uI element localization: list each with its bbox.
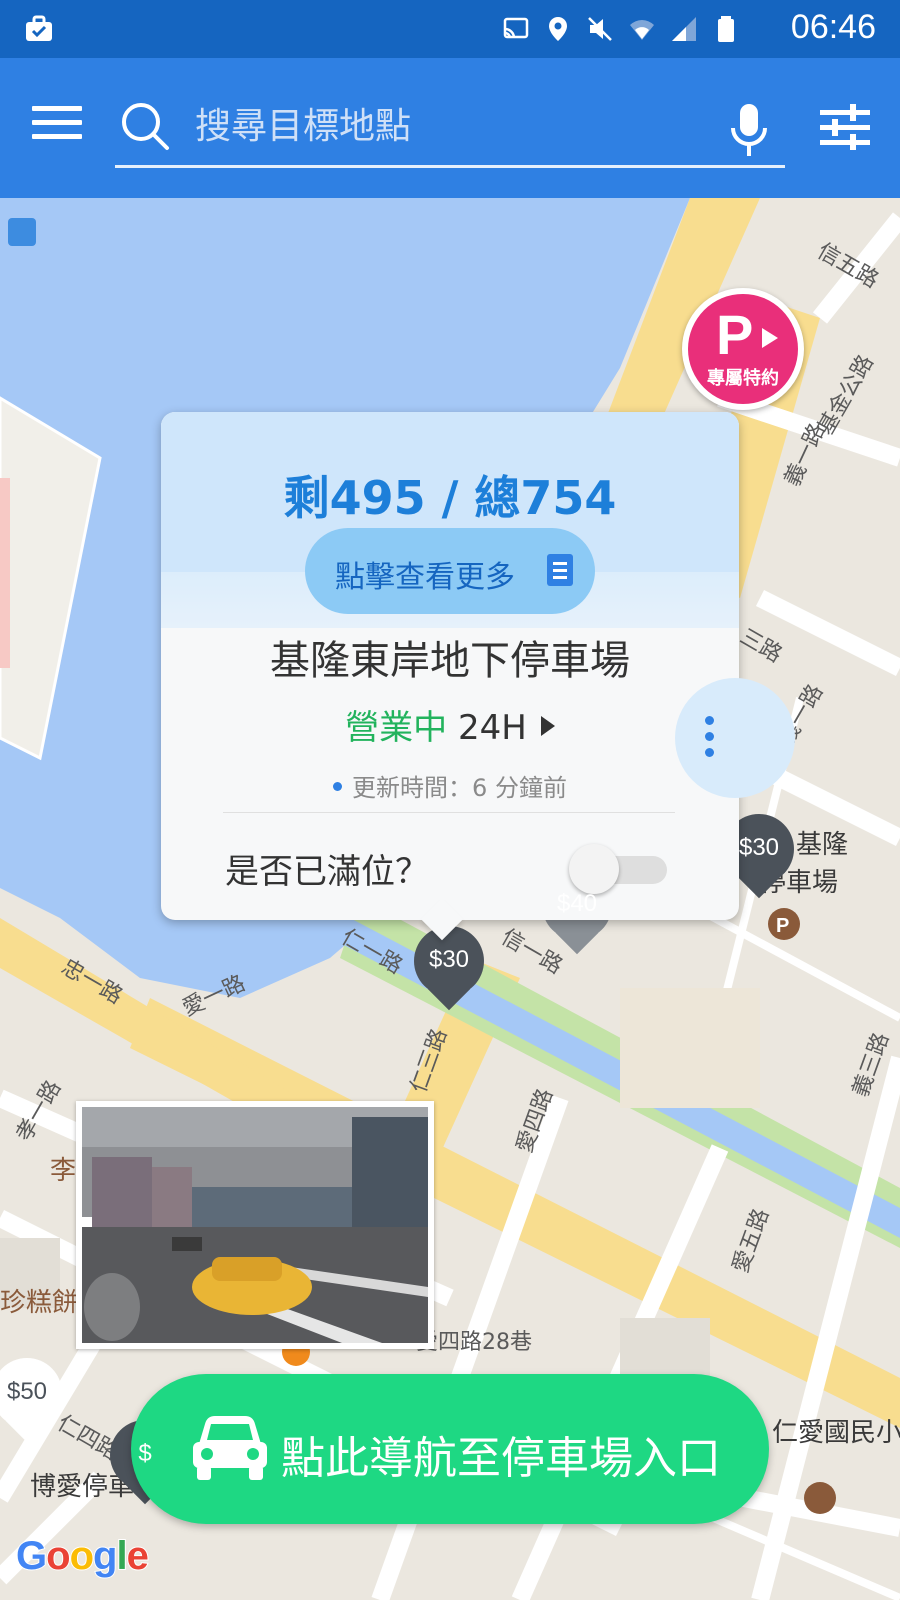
parking-lot-name: 基隆東岸地下停車場 [270,638,630,684]
app-bar [0,58,900,198]
mute-icon [588,17,612,41]
divider [223,812,675,813]
full-question-label: 是否已滿位？ [225,852,429,892]
play-icon [762,328,778,348]
battery-icon [718,16,734,42]
search-bar[interactable] [115,88,785,168]
price-marker[interactable]: $30 [414,926,484,1018]
more-info-label: 點擊查看更多 [335,560,515,595]
navigate-label: 點此導航至停車場入口 [281,1433,721,1484]
search-icon[interactable] [119,100,171,152]
menu-icon[interactable] [32,106,82,146]
status-time: 06:46 [790,8,876,46]
street-view-image [82,1107,428,1343]
signal-icon [672,17,696,41]
price-marker[interactable]: $50 [0,1358,62,1450]
parking-info-card[interactable]: 剩495 / 總754 點擊查看更多 基隆東岸地下停車場 營業中 24H 更新時… [161,412,795,941]
map-label-cake: 珍糕餅 [0,1288,79,1318]
google-logo: Google [15,1533,150,1579]
map-label-li: 李 [50,1156,77,1186]
filter-icon[interactable] [820,104,870,150]
status-bar: 06:46 [0,0,900,58]
list-icon [547,554,573,586]
map[interactable]: P 信五路 基金公路 義一路 三路 義一路 基隆 停車場 仁一路 信一路 忠一路… [0,198,900,1600]
mic-icon[interactable] [727,102,771,158]
full-toggle[interactable] [569,842,669,894]
space-counts: 剩495 / 總754 [283,471,617,525]
car-icon [193,1416,267,1480]
svg-text:P: P [776,915,789,937]
exclusive-label: 專屬特約 [707,368,779,389]
location-icon [549,17,567,41]
map-label-jilong-lot: 基隆 [796,830,849,860]
more-options-icon[interactable] [675,678,795,798]
navigate-button[interactable]: 點此導航至停車場入口 [131,1374,769,1524]
business-hours[interactable]: 營業中 24H [161,700,739,749]
wifi-icon [630,20,654,40]
map-label-renai-school: 仁愛國民小 [772,1418,900,1448]
expand-hours-icon[interactable] [540,716,555,736]
update-time: 更新時間：6 分鐘前 [161,768,739,803]
more-info-button[interactable]: 點擊查看更多 [305,528,595,614]
hours-value: 24H [457,708,527,748]
parking-icon: P [716,303,754,366]
open-status: 營業中 [345,708,448,748]
exclusive-booking-button[interactable]: P 專屬特約 [682,288,804,410]
search-input[interactable] [195,98,695,154]
briefcase-icon [26,15,52,41]
street-view-thumbnail[interactable] [76,1101,434,1349]
cast-icon [503,17,529,39]
